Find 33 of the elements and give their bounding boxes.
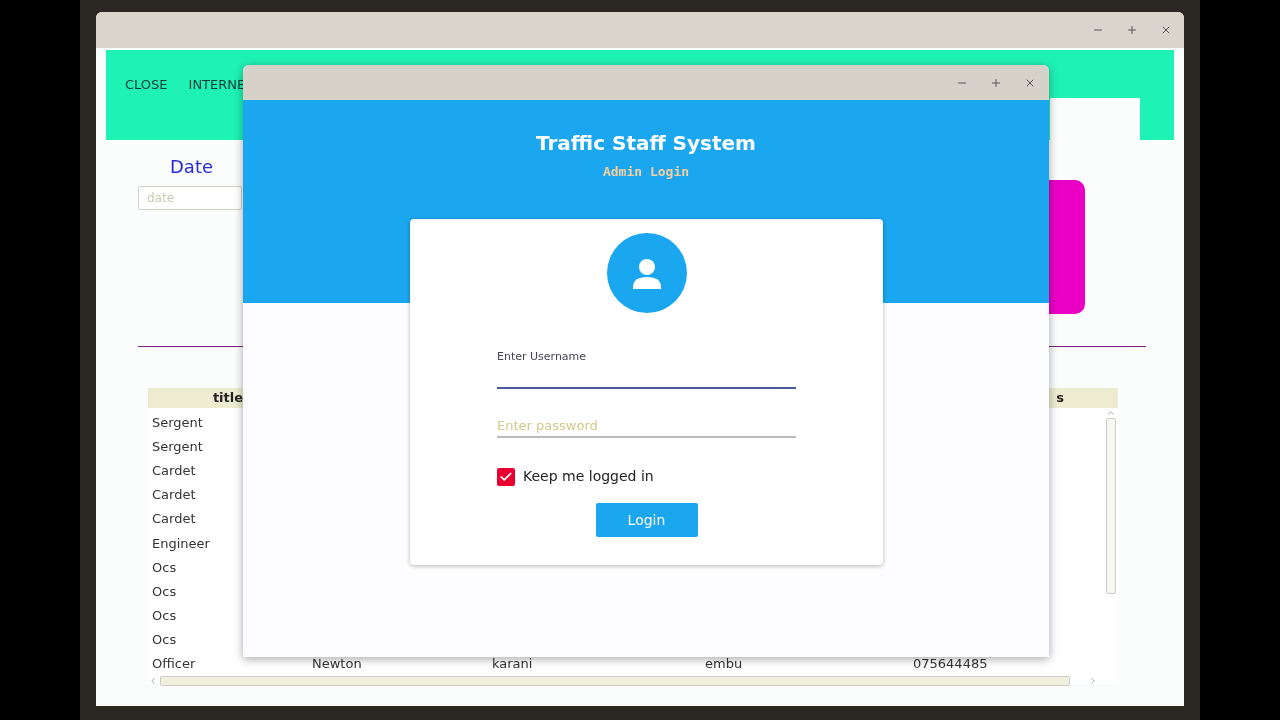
table-cell: Sergent — [152, 438, 203, 454]
table-cell: Cardet — [152, 462, 196, 478]
subtitle: Admin Login — [602, 163, 690, 181]
app-title: Traffic Staff System — [536, 130, 756, 156]
maximize-icon[interactable] — [1126, 24, 1138, 36]
menu-item[interactable]: CLOSE — [125, 75, 168, 95]
checkbox-label: Keep me logged in — [523, 467, 654, 486]
table-cell: embu — [705, 656, 743, 672]
table-cell: Ocs — [152, 583, 177, 599]
scroll-left-icon[interactable] — [148, 675, 158, 686]
user-avatar-icon — [606, 233, 687, 313]
scroll-right-icon[interactable] — [1088, 675, 1098, 686]
column-header: s — [1056, 389, 1064, 407]
table-cell: Officer — [152, 656, 196, 672]
table-cell: Ocs — [152, 608, 177, 624]
remember-checkbox[interactable] — [497, 467, 515, 486]
table-cell: Newton — [312, 656, 362, 672]
table-cell: Ocs — [152, 559, 177, 575]
date-label: Date — [170, 156, 215, 178]
menu-item[interactable]: INTERNE — [188, 75, 246, 95]
date-field[interactable]: date — [138, 186, 242, 210]
table-cell: Cardet — [152, 487, 196, 503]
table-cell: Cardet — [152, 511, 196, 527]
table-cell: Ocs — [152, 632, 177, 648]
table-cell: 075644485 — [913, 656, 988, 672]
table-cell: karani — [492, 656, 533, 672]
table-cell: Sergent — [152, 414, 203, 430]
table-cell: Engineer — [152, 535, 210, 551]
column-header: title — [212, 389, 244, 407]
maximize-icon[interactable] — [990, 76, 1002, 89]
password-field[interactable]: Enter password — [497, 414, 796, 438]
username-field[interactable]: Enter Username — [497, 349, 796, 389]
close-icon[interactable] — [1160, 24, 1172, 36]
